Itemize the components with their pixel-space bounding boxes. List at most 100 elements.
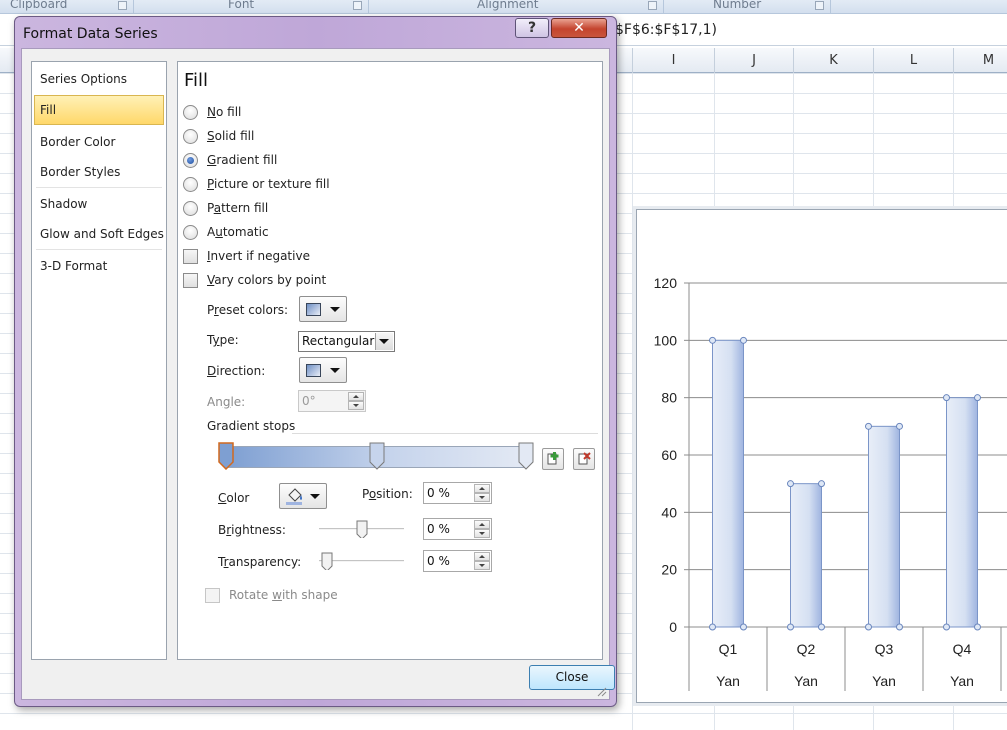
transparency-down-button[interactable] — [474, 561, 490, 570]
checkbox-label: Vary colors by point — [207, 273, 327, 287]
nav-item-3d-format[interactable]: 3-D Format — [34, 251, 164, 281]
transparency-slider[interactable] — [319, 550, 404, 572]
radio-button[interactable] — [183, 105, 198, 120]
paint-bucket-icon — [286, 488, 302, 505]
ribbon-divider — [663, 0, 664, 14]
radio-pattern-fill[interactable]: Pattern fill — [183, 199, 303, 219]
x-category-label: Q3 — [875, 641, 894, 657]
gradient-swatch-icon — [306, 303, 321, 316]
selection-handle — [943, 623, 950, 631]
dialog-title-bar[interactable]: Format Data Series ? ✕ — [15, 17, 616, 48]
radio-button[interactable] — [183, 225, 198, 240]
resize-grip-icon[interactable] — [597, 687, 607, 697]
selection-handle — [974, 394, 981, 402]
nav-item-fill[interactable]: Fill — [34, 95, 164, 125]
help-button[interactable]: ? — [515, 18, 549, 38]
radio-automatic[interactable]: Automatic — [183, 223, 303, 243]
number-launcher-icon[interactable] — [815, 1, 824, 10]
radio-button[interactable] — [183, 177, 198, 192]
position-down-button[interactable] — [474, 493, 490, 502]
slider-thumb[interactable] — [321, 552, 333, 570]
bar-q4 — [946, 397, 978, 628]
brightness-up-button[interactable] — [474, 520, 490, 529]
column-header-i[interactable]: I — [632, 48, 714, 73]
type-select[interactable]: Rectangular — [298, 331, 395, 352]
checkbox-label: Invert if negative — [207, 249, 310, 263]
chevron-down-icon — [330, 368, 340, 373]
preset-colors-dropdown[interactable] — [299, 296, 347, 322]
nav-item-glow-soft-edges[interactable]: Glow and Soft Edges — [34, 219, 164, 249]
x-group-label: Yan — [872, 673, 896, 689]
gradient-stop-handle[interactable] — [518, 442, 534, 470]
nav-item-shadow[interactable]: Shadow — [34, 189, 164, 219]
x-category-label: Q1 — [719, 641, 738, 657]
position-value[interactable]: 0 % — [427, 486, 450, 500]
brightness-spinner[interactable]: 0 % — [423, 518, 492, 540]
selection-handle — [787, 480, 794, 488]
brightness-value[interactable]: 0 % — [427, 522, 450, 536]
nav-item-border-color[interactable]: Border Color — [34, 127, 164, 157]
chevron-down-icon — [310, 494, 320, 499]
radio-label: Pattern fill — [207, 201, 269, 215]
radio-button[interactable] — [183, 201, 198, 216]
add-stop-icon — [547, 452, 559, 465]
format-data-series-dialog[interactable]: Format Data Series ? ✕ Series Options Fi… — [14, 16, 617, 707]
close-window-button[interactable]: ✕ — [551, 18, 607, 38]
nav-item-border-styles[interactable]: Border Styles — [34, 157, 164, 187]
transparency-spinner[interactable]: 0 % — [423, 550, 492, 572]
selection-handle — [896, 623, 903, 631]
checkbox-vary-colors-by-point[interactable]: Vary colors by point — [183, 271, 343, 291]
title-bar-ghost-text — [233, 25, 473, 39]
column-chart[interactable]: 0 20 40 60 80 100 120 Q1 Yan Q2 Yan Q3 Yan Q4 Yan — [636, 209, 1007, 703]
ribbon-divider — [368, 0, 369, 14]
brightness-down-button[interactable] — [474, 529, 490, 538]
stop-color-dropdown[interactable] — [279, 483, 327, 509]
font-launcher-icon[interactable] — [353, 1, 362, 10]
clipboard-launcher-icon[interactable] — [118, 1, 127, 10]
direction-dropdown[interactable] — [299, 357, 347, 383]
add-gradient-stop-button[interactable] — [542, 448, 564, 470]
checkbox[interactable] — [183, 249, 198, 264]
radio-button-selected[interactable] — [183, 153, 198, 168]
column-header-l[interactable]: L — [873, 48, 953, 73]
remove-gradient-stop-button[interactable] — [573, 448, 595, 470]
nav-item-series-options[interactable]: Series Options — [34, 64, 164, 94]
section-divider — [292, 433, 598, 434]
radio-gradient-fill[interactable]: Gradient fill — [183, 151, 303, 171]
column-header-j[interactable]: J — [714, 48, 793, 73]
brightness-slider[interactable] — [319, 518, 404, 540]
gradient-stop-handle[interactable] — [369, 442, 385, 470]
radio-label: Gradient fill — [207, 153, 278, 167]
radio-solid-fill[interactable]: Solid fill — [183, 127, 303, 147]
y-tick-label: 40 — [661, 504, 677, 520]
slider-thumb[interactable] — [356, 520, 368, 538]
ribbon-group-font: Font — [228, 0, 255, 11]
checkbox-invert-if-negative[interactable]: Invert if negative — [183, 247, 343, 267]
direction-swatch-icon — [306, 364, 321, 377]
column-header-m[interactable]: M — [953, 48, 1007, 73]
selection-handle — [709, 623, 716, 631]
radio-button[interactable] — [183, 129, 198, 144]
selection-handle — [787, 623, 794, 631]
gradient-stop-handle-selected[interactable] — [218, 442, 234, 470]
alignment-launcher-icon[interactable] — [648, 1, 657, 10]
type-label: Type: — [207, 333, 239, 347]
column-header-k[interactable]: K — [793, 48, 873, 73]
radio-no-fill[interactable]: No fill — [183, 103, 303, 123]
selection-handle — [974, 623, 981, 631]
color-label: Color — [218, 491, 250, 505]
transparency-up-button[interactable] — [474, 552, 490, 561]
chevron-down-icon — [379, 339, 389, 344]
x-category-label: Q4 — [953, 641, 972, 657]
formula-text[interactable]: $F$6:$F$17,1) — [615, 22, 717, 38]
transparency-value[interactable]: 0 % — [427, 554, 450, 568]
checkbox[interactable] — [183, 273, 198, 288]
position-up-button[interactable] — [474, 484, 490, 493]
chart-plot[interactable]: 0 20 40 60 80 100 120 Q1 Yan Q2 Yan Q3 Yan Q4 Yan — [637, 210, 1007, 704]
position-spinner[interactable]: 0 % — [423, 482, 492, 504]
type-dropdown-button[interactable] — [375, 333, 393, 350]
ribbon-group-number: Number — [713, 0, 762, 11]
transparency-label: Transparency: — [218, 555, 302, 569]
radio-picture-texture-fill[interactable]: Picture or texture fill — [183, 175, 363, 195]
x-group-label: Yan — [794, 673, 818, 689]
